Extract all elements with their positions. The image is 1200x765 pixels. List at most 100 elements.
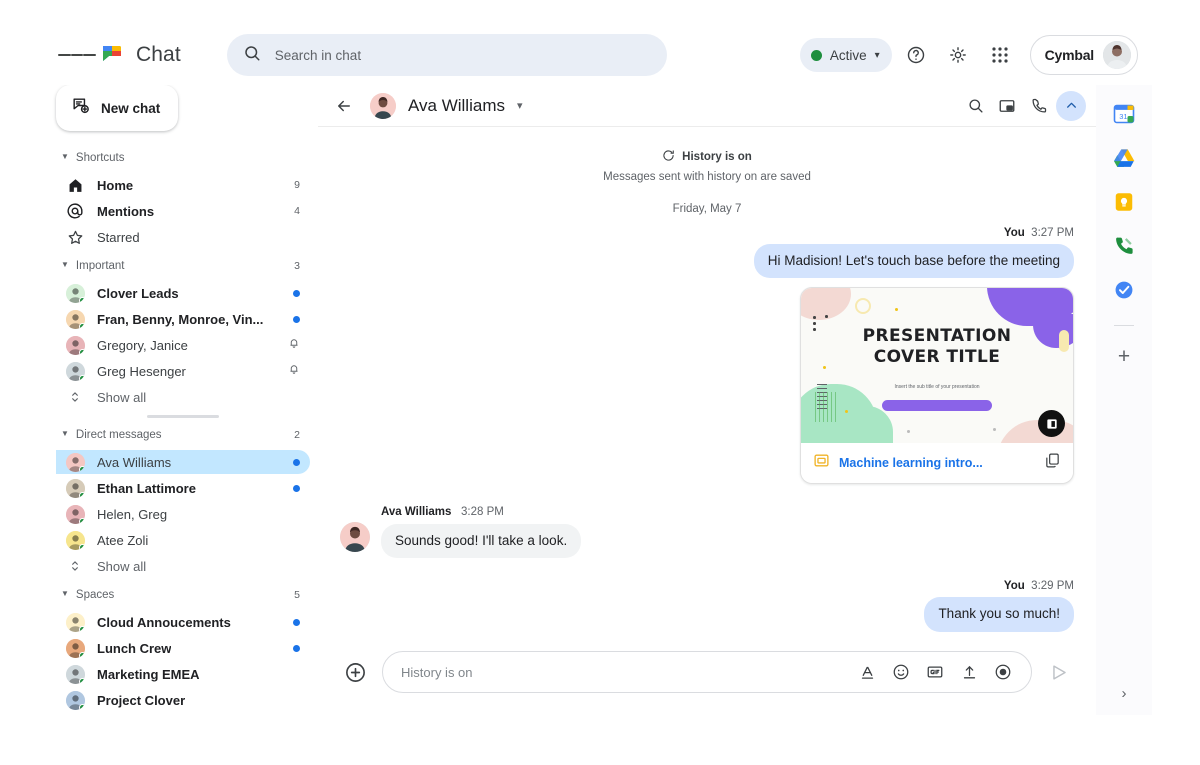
sidebar-item-badge: 9 [288, 179, 300, 191]
sidebar-item-badge [287, 645, 300, 652]
sidebar-item-fran-benny-monroe-vin[interactable]: Fran, Benny, Monroe, Vin... [56, 307, 310, 331]
slide-preview: PRESENTATION COVER TITLE Insert the sub … [801, 288, 1073, 443]
app-body: New chat ▼ Shortcuts Home 9 Mentions 4 S… [48, 85, 1152, 715]
sidebar-item-label: Starred [97, 230, 140, 245]
message-bubble[interactable]: Sounds good! I'll take a look. [381, 524, 581, 558]
sidebar-item-clover-leads[interactable]: Clover Leads [56, 281, 310, 305]
sidebar-item-ethan-lattimore[interactable]: Ethan Lattimore [56, 476, 310, 500]
google-voice-icon[interactable] [1111, 233, 1137, 259]
call-options-button[interactable] [1056, 91, 1086, 121]
sidebar-item-home[interactable]: Home 9 [56, 173, 310, 197]
sidebar-item-marketing-emea[interactable]: Marketing EMEA [56, 662, 310, 686]
avatar [66, 453, 85, 472]
expand-panel-button[interactable]: › [1096, 671, 1152, 715]
pip-icon[interactable] [992, 91, 1022, 121]
add-app-button[interactable]: + [1118, 346, 1130, 367]
message-bubble[interactable]: Thank you so much! [924, 597, 1074, 631]
sidebar-section-important[interactable]: ▼ Important 3 [56, 253, 310, 279]
copy-icon[interactable] [1044, 452, 1061, 474]
slides-attachment-card[interactable]: PRESENTATION COVER TITLE Insert the sub … [800, 287, 1074, 484]
sidebar-section-spaces[interactable]: ▼ Spaces 5 [56, 582, 310, 608]
upload-icon[interactable] [955, 658, 983, 686]
slides-card-footer: Machine learning intro... [801, 443, 1073, 483]
sidebar-item-starred[interactable]: Starred [56, 225, 310, 249]
sidebar-item-ava-williams[interactable]: Ava Williams [56, 450, 310, 474]
add-circle-icon[interactable] [340, 657, 370, 687]
user-avatar [65, 362, 85, 381]
new-chat-label: New chat [101, 101, 160, 116]
slides-icon [813, 452, 830, 474]
chevron-down-icon: ▼ [61, 153, 69, 161]
chevron-down-icon[interactable]: ▾ [517, 99, 523, 112]
presence-status-button[interactable]: Active ▾ [800, 38, 892, 72]
avatar [66, 613, 85, 632]
emoji-icon[interactable] [887, 658, 915, 686]
account-switcher[interactable]: Cymbal [1030, 35, 1138, 75]
sidebar-drag-handle[interactable] [147, 415, 219, 418]
format-text-icon[interactable] [853, 658, 881, 686]
sidebar-item-ram-q1[interactable]: RAM Q1 [56, 714, 310, 715]
google-keep-icon[interactable] [1111, 189, 1137, 215]
global-search: Search in chat [227, 34, 667, 76]
sidebar-section-shortcuts[interactable]: ▼ Shortcuts [56, 145, 310, 171]
history-notice: History is on Messages sent with history… [340, 149, 1074, 183]
avatar[interactable] [1103, 41, 1131, 69]
new-chat-button[interactable]: New chat [56, 85, 178, 131]
side-panel-rail: 31 [1096, 85, 1152, 715]
sidebar-item-label: Home [97, 178, 133, 193]
sidebar-item-project-clover[interactable]: Project Clover [56, 688, 310, 712]
slides-file-name[interactable]: Machine learning intro... [839, 456, 1035, 470]
help-circle-icon[interactable] [898, 37, 934, 73]
message-bubble[interactable]: Hi Madision! Let's touch base before the… [754, 244, 1074, 278]
sidebar-item-label: Greg Hesenger [97, 364, 186, 379]
at-icon [65, 202, 85, 220]
expand-icon [65, 390, 85, 404]
sidebar-item-atee-zoli[interactable]: Atee Zoli [56, 528, 310, 552]
sidebar-item-badge [287, 485, 300, 492]
message-time: 3:27 PM [1031, 227, 1074, 239]
presence-dot-icon [79, 518, 85, 524]
unread-dot-icon [293, 645, 300, 652]
sidebar-item-show-all[interactable]: Show all [56, 385, 310, 409]
record-icon[interactable] [989, 658, 1017, 686]
sidebar-item-lunch-crew[interactable]: Lunch Crew [56, 636, 310, 660]
call-button[interactable] [1024, 91, 1054, 121]
message-input[interactable]: History is on [382, 651, 1032, 693]
top-bar-actions: Active ▾ [800, 35, 1144, 75]
slide-cta-button [882, 400, 992, 411]
google-drive-icon[interactable] [1111, 145, 1137, 171]
search-icon [243, 44, 261, 67]
sidebar-item-gregory-janice[interactable]: Gregory, Janice [56, 333, 310, 357]
sidebar-item-greg-hesenger[interactable]: Greg Hesenger [56, 359, 310, 383]
group-avatar [65, 310, 85, 329]
sidebar-section-direct_messages[interactable]: ▼ Direct messages 2 [56, 422, 310, 448]
message-avatar[interactable] [340, 522, 370, 552]
message-meta: You 3:27 PM [1004, 227, 1074, 239]
space-avatar [65, 284, 85, 303]
sidebar-item-helen-greg[interactable]: Helen, Greg [56, 502, 310, 526]
presence-dot-icon [79, 704, 85, 710]
unread-dot-icon [293, 485, 300, 492]
message-m3: Ava Williams 3:28 PM Sounds good! I'll t… [340, 506, 1074, 558]
presence-dot-icon [79, 375, 85, 381]
google-tasks-icon[interactable] [1111, 277, 1137, 303]
search-in-conversation-button[interactable] [960, 91, 990, 121]
hamburger-menu-icon[interactable] [58, 36, 96, 74]
back-arrow-icon[interactable] [330, 92, 358, 120]
gear-icon[interactable] [940, 37, 976, 73]
send-icon[interactable] [1044, 657, 1074, 687]
conversation-avatar[interactable] [370, 93, 396, 119]
message-stream: History is on Messages sent with history… [318, 127, 1096, 647]
unread-dot-icon [293, 290, 300, 297]
history-notice-subtitle: Messages sent with history on are saved [340, 171, 1074, 183]
gif-icon[interactable] [921, 658, 949, 686]
sidebar-item-cloud-annoucements[interactable]: Cloud Annoucements [56, 610, 310, 634]
search-input[interactable]: Search in chat [227, 34, 667, 76]
google-calendar-icon[interactable]: 31 [1111, 101, 1137, 127]
apps-grid-icon[interactable] [982, 37, 1018, 73]
sidebar-item-mentions[interactable]: Mentions 4 [56, 199, 310, 223]
message-m1: You 3:27 PM Hi Madision! Let's touch bas… [340, 227, 1074, 278]
star-icon [65, 229, 85, 246]
sidebar-item-show-all[interactable]: Show all [56, 554, 310, 578]
sidebar-section-title: Important [76, 260, 125, 272]
